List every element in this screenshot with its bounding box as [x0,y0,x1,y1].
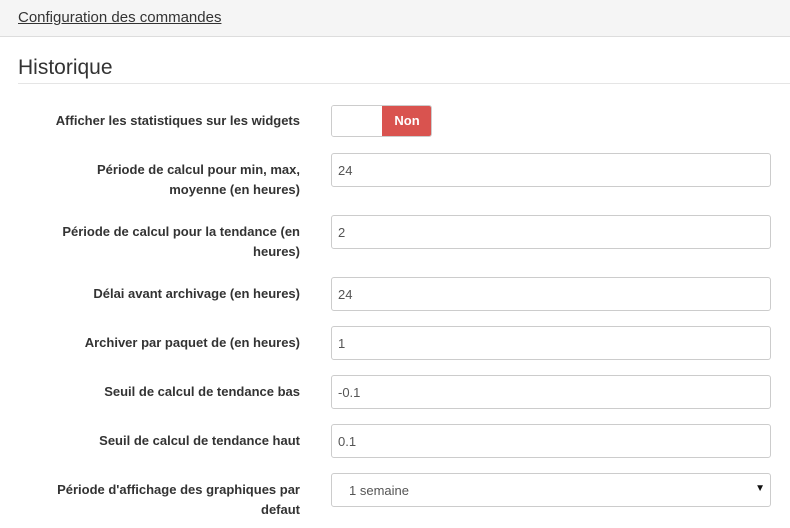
trend-low-label-text: Seuil de calcul de tendance bas [104,384,300,399]
trend-high-input[interactable] [331,424,771,458]
trend-high-label-text: Seuil de calcul de tendance haut [99,433,300,448]
show-stats-label: Afficher les statistiques sur les widget… [15,111,300,131]
archive-batch-input[interactable] [331,326,771,360]
command-config-link[interactable]: Configuration des commandes [18,9,221,26]
show-stats-toggle[interactable]: Non [331,105,432,137]
calc-period-label-line2: moyenne (en heures) [169,182,300,197]
toggle-state-off: Non [382,106,431,136]
trend-period-label-line1: Période de calcul pour la tendance (en [62,224,300,239]
archive-delay-label: Délai avant archivage (en heures) [15,284,300,304]
trend-low-input[interactable] [331,375,771,409]
calc-period-label-line1: Période de calcul pour min, max, [96,162,300,177]
show-stats-label-text: Afficher les statistiques sur les widget… [55,113,300,128]
calc-period-input[interactable] [331,153,771,187]
archive-delay-input[interactable] [331,277,771,311]
toggle-handle[interactable] [332,106,382,136]
trend-low-label: Seuil de calcul de tendance bas [15,382,300,402]
section-divider [18,83,790,84]
trend-period-label-line2: heures) [253,244,300,259]
calc-period-label: Période de calcul pour min, max, moyenne… [15,160,300,200]
trend-period-input[interactable] [331,215,771,249]
archive-delay-label-text: Délai avant archivage (en heures) [93,286,300,301]
graph-period-label-line1: Période d'affichage des graphiques par [57,482,300,497]
trend-high-label: Seuil de calcul de tendance haut [15,431,300,451]
panel-header: Configuration des commandes [0,0,790,37]
archive-batch-label-text: Archiver par paquet de (en heures) [84,335,300,350]
archive-batch-label: Archiver par paquet de (en heures) [15,333,300,353]
graph-period-selected-value: 1 semaine [349,483,409,498]
caret-down-icon: ▼ [755,483,765,494]
graph-period-select[interactable]: 1 semaine ▼ [331,473,771,507]
graph-period-label: Période d'affichage des graphiques par d… [15,480,300,520]
section-title: Historique [18,56,113,79]
trend-period-label: Période de calcul pour la tendance (en h… [15,222,300,262]
graph-period-label-line2: defaut [261,502,300,517]
